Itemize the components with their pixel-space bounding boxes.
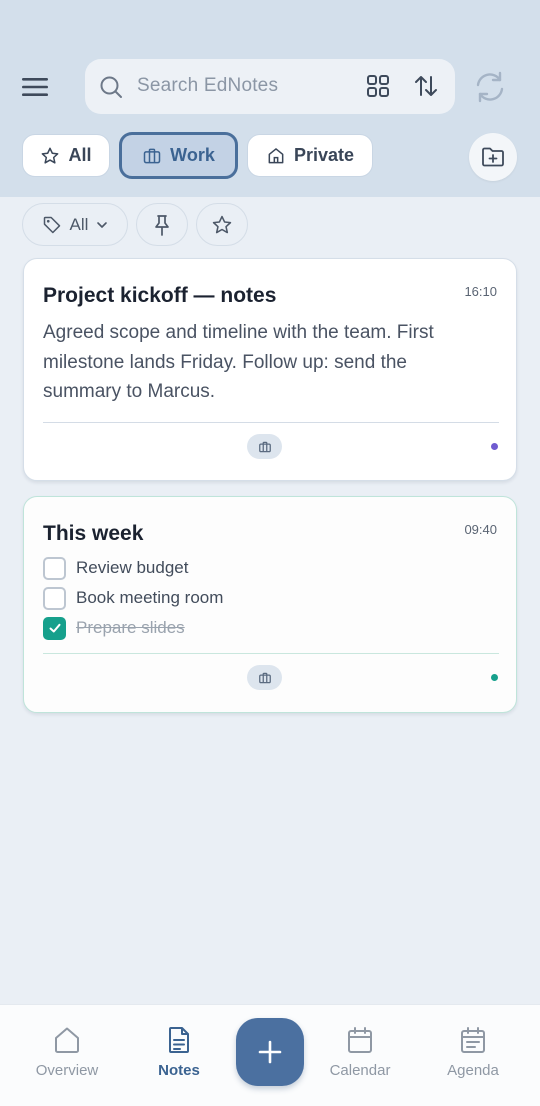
note-title: Project kickoff — notes xyxy=(43,284,277,307)
card-divider xyxy=(43,422,499,423)
checkbox[interactable] xyxy=(43,556,66,580)
note-title: This week xyxy=(43,522,144,545)
search-bar[interactable]: Search EdNotes xyxy=(85,59,455,114)
checklist-item-text: Review budget xyxy=(76,558,189,577)
briefcase-icon xyxy=(143,148,161,163)
star-icon xyxy=(42,147,59,164)
calendar-icon xyxy=(348,1027,372,1053)
folder-chip-label: All xyxy=(68,145,92,165)
folder-tag xyxy=(247,665,282,690)
checkbox[interactable] xyxy=(43,586,66,610)
check-icon xyxy=(49,623,60,633)
search-placeholder[interactable]: Search EdNotes xyxy=(137,75,278,97)
checklist-item[interactable]: Book meeting room xyxy=(43,586,223,610)
tag-filter-dropdown[interactable]: All xyxy=(22,203,128,246)
folder-chip-label: Private xyxy=(293,145,355,165)
starred-filter-button[interactable] xyxy=(196,203,248,246)
star-icon xyxy=(212,215,232,233)
home-icon xyxy=(55,1027,79,1053)
nav-label: Notes xyxy=(158,1062,200,1079)
folder-chip-work[interactable]: Work xyxy=(119,132,238,179)
pinned-filter-button[interactable] xyxy=(136,203,188,246)
nav-calendar[interactable]: Calendar xyxy=(310,1025,410,1085)
checkbox-checked[interactable] xyxy=(43,616,66,640)
chevron-down-icon xyxy=(97,221,108,228)
hamburger-icon xyxy=(22,78,48,96)
checklist-item[interactable]: Prepare slides xyxy=(43,616,185,640)
nav-label: Overview xyxy=(35,1062,99,1079)
agenda-icon xyxy=(461,1027,485,1053)
search-icon xyxy=(100,76,122,98)
color-dot xyxy=(491,674,498,681)
note-card[interactable]: Project kickoff — notes 16:10 Agreed sco… xyxy=(23,258,517,481)
pin-icon xyxy=(155,214,169,236)
checklist-item-text: Prepare slides xyxy=(76,618,185,637)
note-card[interactable]: This week 09:40 Review budget Book meeti… xyxy=(23,496,517,713)
folder-chip-label: Work xyxy=(170,145,215,165)
bottom-navigation: Overview Notes Calendar Agenda xyxy=(0,1004,540,1106)
plus-icon xyxy=(258,1040,282,1064)
add-folder-button[interactable] xyxy=(469,133,517,181)
nav-notes[interactable]: Notes xyxy=(129,1025,229,1085)
note-body: Agreed scope and timeline with the team.… xyxy=(43,322,434,402)
sync-icon[interactable] xyxy=(473,70,507,104)
add-note-button[interactable] xyxy=(236,1018,304,1086)
folder-chip-all[interactable]: All xyxy=(22,134,110,177)
note-time: 09:40 xyxy=(464,522,497,537)
note-time: 16:10 xyxy=(464,284,497,299)
home-icon xyxy=(268,147,284,163)
nav-agenda[interactable]: Agenda xyxy=(423,1025,523,1085)
document-icon xyxy=(169,1027,189,1053)
nav-overview[interactable]: Overview xyxy=(17,1025,117,1085)
tag-filter-label: All xyxy=(69,214,89,234)
folder-chip-private[interactable]: Private xyxy=(247,134,373,177)
folder-plus-icon xyxy=(482,147,504,167)
tag-icon xyxy=(43,216,60,233)
sort-icon[interactable] xyxy=(413,73,439,99)
briefcase-icon xyxy=(258,441,271,452)
checklist-item-text: Book meeting room xyxy=(76,588,224,607)
nav-label: Agenda xyxy=(447,1062,499,1079)
briefcase-icon xyxy=(258,672,271,683)
card-divider xyxy=(43,653,499,654)
folder-tag xyxy=(247,434,282,459)
grid-view-icon[interactable] xyxy=(365,73,391,99)
nav-label: Calendar xyxy=(329,1062,391,1079)
checklist-item[interactable]: Review budget xyxy=(43,556,188,580)
menu-button[interactable] xyxy=(18,70,52,104)
color-dot xyxy=(491,443,498,450)
